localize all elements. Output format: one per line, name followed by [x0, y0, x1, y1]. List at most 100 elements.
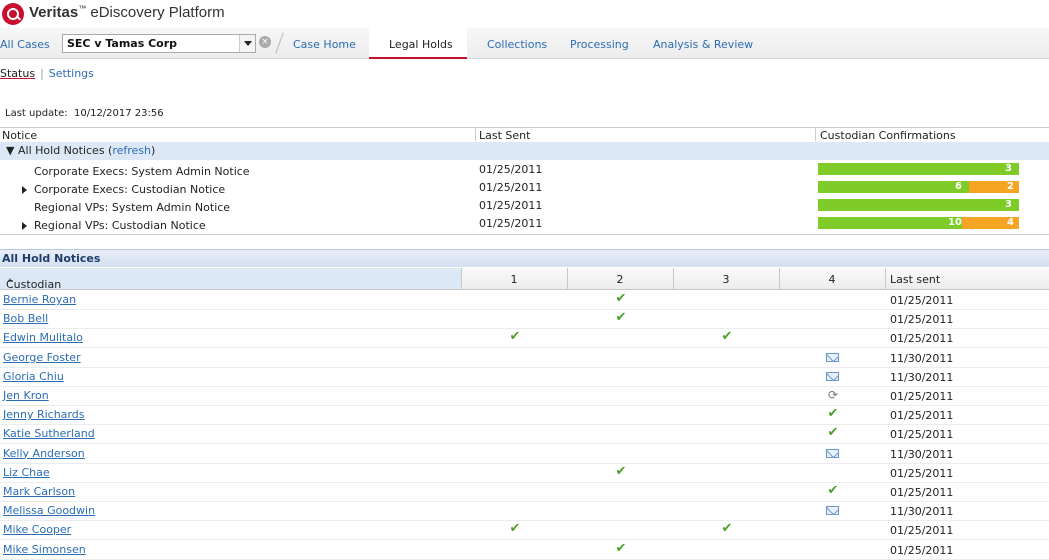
confirmed-segment — [818, 217, 962, 229]
custodian-last-sent: 01/25/2011 — [890, 313, 954, 327]
subtab-divider: | — [40, 67, 44, 80]
refresh-link[interactable]: refresh — [112, 144, 151, 157]
check-icon: ✔ — [721, 521, 733, 537]
nav-divider — [275, 32, 284, 54]
custodian-row[interactable]: Gloria Chiu 11/30/2011 — [0, 367, 1049, 387]
last-update: Last update: 10/12/2017 23:56 — [5, 108, 164, 119]
custodian-row[interactable]: Jen Kron ⟳ 01/25/2011 — [0, 386, 1049, 406]
custodian-row[interactable]: Mark Carlson ✔ 01/25/2011 — [0, 482, 1049, 502]
veritas-logo-icon — [2, 3, 24, 25]
app-header: Veritas™ eDiscovery Platform — [0, 0, 1049, 28]
custodian-last-sent: 01/25/2011 — [890, 390, 954, 403]
confirmed-count: 3 — [1005, 199, 1012, 210]
custodian-name-link[interactable]: Mike Simonsen — [3, 543, 86, 556]
custodian-name-link[interactable]: Mike Cooper — [3, 523, 71, 536]
custodian-row[interactable]: Katie Sutherland ✔ 01/25/2011 — [0, 424, 1049, 445]
custodian-row[interactable]: Mike Cooper ✔ ✔ 01/25/2011 — [0, 520, 1049, 541]
custodian-last-sent: 01/25/2011 — [890, 524, 954, 538]
custodian-section-title: All Hold Notices — [0, 249, 1049, 267]
tab-collections[interactable]: Collections — [487, 38, 547, 51]
custodian-last-sent: 01/25/2011 — [890, 294, 954, 307]
column-header-2[interactable]: 2 — [567, 273, 673, 286]
pending-count: 2 — [1007, 181, 1014, 192]
custodian-name-link[interactable]: Mark Carlson — [3, 485, 75, 498]
custodian-name-link[interactable]: Jenny Richards — [3, 408, 84, 421]
custodian-last-sent: 11/30/2011 — [890, 351, 954, 365]
custodian-row[interactable]: Jenny Richards ✔ 01/25/2011 — [0, 405, 1049, 426]
custodian-name-link[interactable]: Bernie Royan — [3, 293, 76, 306]
custodian-name-link[interactable]: Kelly Anderson — [3, 447, 85, 460]
custodian-last-sent: 01/25/2011 — [890, 428, 954, 442]
column-header-3[interactable]: 3 — [673, 273, 779, 286]
custodian-row[interactable]: George Foster 11/30/2011 — [0, 348, 1049, 368]
expand-triangle-icon[interactable] — [22, 186, 27, 194]
custodian-name-link[interactable]: Melissa Goodwin — [3, 504, 95, 517]
collapse-triangle-icon[interactable]: ▼ — [6, 144, 14, 157]
case-select[interactable]: SEC v Tamas Corp — [62, 34, 256, 53]
custodian-row[interactable]: Bob Bell ✔ 01/25/2011 — [0, 309, 1049, 330]
column-header-4[interactable]: 4 — [779, 273, 885, 286]
custodian-column-header[interactable]: Custodian — [0, 268, 461, 291]
tab-legal-holds[interactable]: Legal Holds — [369, 28, 467, 59]
notice-name: Corporate Execs: Custodian Notice — [34, 183, 226, 196]
custodian-name-link[interactable]: Katie Sutherland — [3, 427, 95, 440]
confirmation-bar: 62 — [818, 181, 1019, 193]
notice-column-header[interactable]: Notice — [2, 129, 37, 142]
notice-last-sent: 01/25/2011 — [479, 163, 543, 176]
confirmed-count: 6 — [955, 181, 962, 192]
custodian-last-sent: 11/30/2011 — [890, 447, 954, 461]
check-icon: ✔ — [615, 463, 627, 479]
confirmed-count: 10 — [948, 217, 962, 228]
confirmed-segment — [818, 199, 1019, 211]
check-icon: ✔ — [509, 521, 521, 537]
last-sent-header[interactable]: Last sent — [890, 273, 940, 286]
confirmation-bar: 3 — [818, 199, 1019, 211]
custodian-row[interactable]: Mike Simonsen ✔ 01/25/2011 — [0, 540, 1049, 560]
custodian-row[interactable]: Liz Chae ✔ 01/25/2011 — [0, 463, 1049, 483]
notice-row[interactable]: Corporate Execs: System Admin Notice 01/2… — [0, 161, 1049, 179]
envelope-icon — [826, 352, 839, 362]
subtabs: Status | Settings — [0, 67, 94, 80]
notices-bottom-border — [0, 234, 1049, 235]
expand-triangle-icon[interactable] — [22, 222, 27, 230]
notice-last-sent: 01/25/2011 — [479, 181, 543, 194]
custodian-name-link[interactable]: Edwin Mulitalo — [3, 331, 83, 344]
all-cases-link[interactable]: All Cases — [0, 38, 50, 51]
pending-count: 4 — [1007, 217, 1014, 228]
custodian-row[interactable]: Edwin Mulitalo ✔ ✔ 01/25/2011 — [0, 328, 1049, 349]
custodian-name-link[interactable]: Gloria Chiu — [3, 370, 64, 383]
chevron-down-icon[interactable] — [239, 35, 255, 52]
notice-row[interactable]: Regional VPs: Custodian Notice 01/25/2011… — [0, 215, 1049, 233]
tab-processing[interactable]: Processing — [570, 38, 629, 51]
custodian-name-link[interactable]: Liz Chae — [3, 466, 50, 479]
notices-group-row[interactable]: ▼ All Hold Notices (refresh) — [0, 142, 1049, 160]
custodian-row[interactable]: Melissa Goodwin 11/30/2011 — [0, 501, 1049, 522]
custodian-name-link[interactable]: Jen Kron — [3, 389, 49, 402]
custodian-last-sent: 11/30/2011 — [890, 505, 954, 519]
check-icon: ✔ — [827, 406, 839, 422]
last-sent-column-header[interactable]: Last Sent — [479, 129, 530, 142]
last-update-label: Last update: — [5, 108, 68, 119]
envelope-icon — [826, 371, 839, 381]
notice-row[interactable]: Corporate Execs: Custodian Notice 01/25/2… — [0, 179, 1049, 197]
column-header-1[interactable]: 1 — [461, 273, 567, 286]
subtab-status[interactable]: Status — [0, 67, 35, 80]
tab-case-home[interactable]: Case Home — [293, 38, 356, 51]
custodian-row[interactable]: Kelly Anderson 11/30/2011 — [0, 444, 1049, 464]
notices-header: Notice Last Sent Custodian Confirmations — [0, 127, 1049, 143]
envelope-icon — [826, 506, 839, 516]
check-icon: ✔ — [827, 483, 839, 498]
check-icon: ✔ — [615, 540, 627, 556]
notice-row[interactable]: Regional VPs: System Admin Notice 01/25/2… — [0, 197, 1049, 215]
subtab-settings[interactable]: Settings — [49, 67, 94, 80]
custodian-name-link[interactable]: George Foster — [3, 351, 81, 364]
tab-analysis-review[interactable]: Analysis & Review — [653, 38, 753, 51]
custodian-last-sent: 11/30/2011 — [890, 370, 954, 384]
confirmations-column-header[interactable]: Custodian Confirmations — [820, 129, 956, 142]
custodian-row[interactable]: Bernie Royan ✔ 01/25/2011 — [0, 290, 1049, 310]
notice-name: Regional VPs: Custodian Notice — [34, 219, 206, 232]
custodian-name-link[interactable]: Bob Bell — [3, 312, 48, 325]
check-icon: ✔ — [615, 310, 627, 326]
check-icon: ✔ — [615, 291, 627, 306]
clear-icon[interactable]: × — [259, 36, 271, 48]
